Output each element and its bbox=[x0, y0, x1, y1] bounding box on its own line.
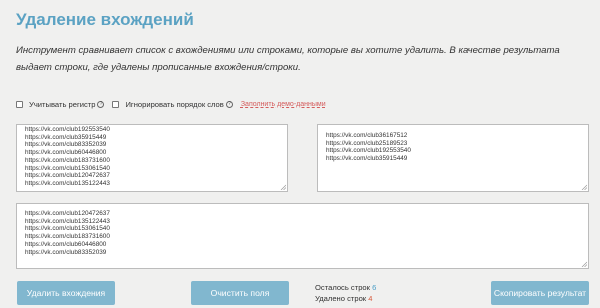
demo-data-link[interactable]: Заполнить демо-данными bbox=[241, 101, 326, 108]
order-label: Игнорировать порядок слов bbox=[125, 99, 224, 109]
text-line: https://vk.com/club35915449 bbox=[25, 133, 107, 141]
result-textarea[interactable]: https://vk.com/club120472637 https://vk.c… bbox=[16, 203, 589, 269]
deleted-status: Удалено строк 4 bbox=[315, 294, 372, 303]
page-description: Инструмент сравнивает список с вхождения… bbox=[16, 45, 560, 73]
text-line: https://vk.com/club153061540 bbox=[25, 225, 110, 233]
result-lines: https://vk.com/club120472637 https://vk.c… bbox=[25, 210, 580, 256]
resize-grip-icon[interactable] bbox=[581, 184, 587, 190]
order-option[interactable]: Игнорировать порядок слов ? bbox=[112, 99, 233, 109]
copy-result-button[interactable]: Скопировать результат bbox=[491, 281, 589, 305]
text-line: https://vk.com/club135122443 bbox=[25, 179, 110, 187]
remove-lines: https://vk.com/club36167512 https://vk.co… bbox=[326, 132, 580, 163]
text-line: https://vk.com/club60446800 bbox=[25, 149, 107, 157]
text-line: https://vk.com/club153061540 bbox=[25, 164, 110, 172]
text-line: https://vk.com/club135122443 bbox=[25, 217, 110, 225]
text-line: https://vk.com/club83352039 bbox=[25, 248, 107, 256]
text-line: https://vk.com/club183731600 bbox=[25, 233, 110, 241]
options-row: Учитывать регистр ? Игнорировать порядок… bbox=[16, 98, 326, 110]
deleted-count: 4 bbox=[368, 294, 373, 303]
input-textarea[interactable]: https://vk.com/club192553540 https://vk.c… bbox=[16, 124, 288, 192]
help-icon[interactable]: ? bbox=[97, 100, 105, 108]
remove-textarea[interactable]: https://vk.com/club36167512 https://vk.co… bbox=[317, 124, 589, 192]
remaining-status: Осталось строк 6 bbox=[315, 283, 376, 292]
text-line: https://vk.com/club83352039 bbox=[25, 141, 107, 149]
remaining-count: 6 bbox=[372, 283, 377, 292]
text-line: https://vk.com/club183731600 bbox=[25, 156, 110, 164]
text-line: https://vk.com/club192553540 bbox=[326, 147, 411, 155]
case-option[interactable]: Учитывать регистр ? bbox=[16, 99, 105, 109]
clear-fields-button[interactable]: Очистить поля bbox=[191, 281, 289, 305]
case-label: Учитывать регистр bbox=[29, 99, 96, 109]
order-checkbox[interactable] bbox=[112, 100, 120, 108]
text-line: https://vk.com/club36167512 bbox=[326, 132, 408, 139]
help-icon[interactable]: ? bbox=[225, 100, 233, 108]
text-line: https://vk.com/club60446800 bbox=[25, 240, 107, 248]
remove-entries-button[interactable]: Удалить вхождения bbox=[17, 281, 115, 305]
text-line: https://vk.com/club25189523 bbox=[326, 139, 408, 147]
case-checkbox[interactable] bbox=[16, 100, 23, 108]
deleted-label: Удалено строк bbox=[315, 294, 367, 303]
input-lines: https://vk.com/club192553540 https://vk.c… bbox=[25, 126, 279, 188]
resize-grip-icon[interactable] bbox=[581, 261, 587, 267]
text-line: https://vk.com/club35915449 bbox=[326, 155, 408, 163]
page-title: Удаление вхождений bbox=[16, 10, 194, 29]
text-line: https://vk.com/club192553540 bbox=[25, 126, 110, 133]
text-line: https://vk.com/club120472637 bbox=[25, 172, 110, 180]
text-line: https://vk.com/club120472637 bbox=[25, 210, 110, 217]
resize-grip-icon[interactable] bbox=[280, 184, 286, 190]
remaining-label: Осталось строк bbox=[315, 283, 370, 292]
